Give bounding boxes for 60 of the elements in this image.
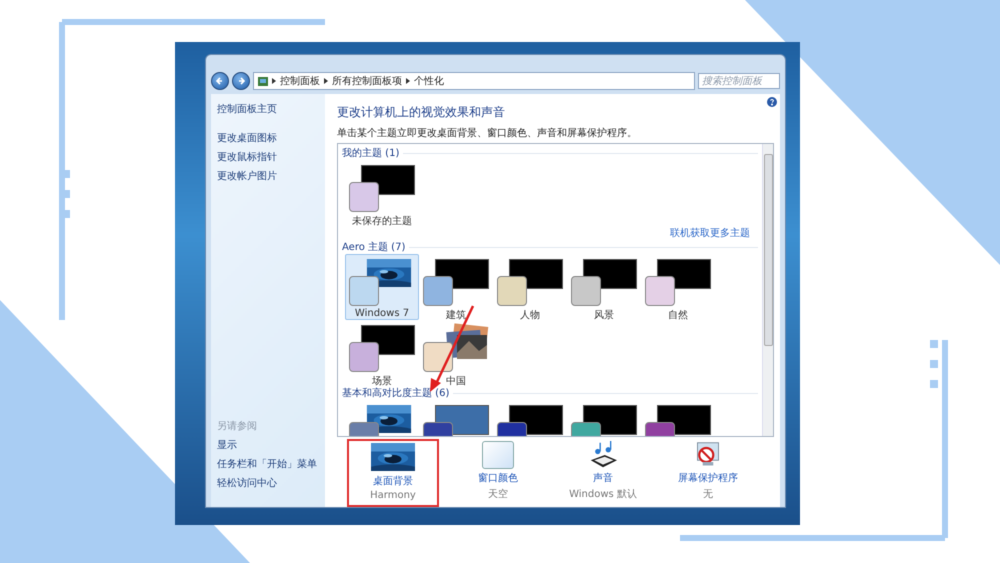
search-field[interactable]: 搜索控制面板 — [698, 73, 780, 89]
theme-name: 中国 — [446, 374, 466, 388]
setting-item[interactable]: 窗口颜色 天空 — [452, 439, 544, 507]
breadcrumb-item[interactable]: 控制面板 — [280, 74, 320, 88]
theme-tile[interactable]: 人物 — [493, 254, 567, 320]
dot-column — [62, 170, 70, 218]
theme-tile[interactable]: 场景 — [345, 320, 419, 386]
theme-name: 建筑 — [446, 308, 466, 322]
setting-item[interactable]: 桌面背景 Harmony — [347, 439, 439, 507]
setting-link[interactable]: 声音 — [593, 471, 613, 485]
sidebar-link[interactable]: 更改桌面图标 — [217, 131, 319, 145]
sidebar-link[interactable]: 轻松访问中心 — [217, 476, 319, 490]
theme-name: 自然 — [668, 309, 688, 322]
back-button[interactable] — [211, 72, 229, 90]
see-also-heading: 另请参阅 — [217, 420, 258, 433]
scrollbar[interactable] — [762, 144, 773, 436]
forward-button[interactable] — [232, 72, 250, 90]
back-arrow-icon — [216, 77, 224, 85]
sidebar-link[interactable]: 控制面板主页 — [217, 102, 319, 116]
color-swatch-icon — [482, 441, 514, 469]
setting-item[interactable]: 屏幕保护程序 无 — [662, 439, 754, 507]
theme-tile[interactable]: 建筑 — [419, 254, 493, 320]
address-bar[interactable]: 控制面板 所有控制面板项 个性化 — [253, 72, 695, 90]
sidebar-link[interactable]: 任务栏和「开始」菜单 — [217, 457, 319, 471]
help-icon — [767, 97, 777, 107]
group-title: Aero 主题 (7) — [342, 240, 406, 254]
theme-name: 未保存的主题 — [352, 214, 412, 228]
more-themes-link[interactable]: 联机获取更多主题 — [670, 226, 750, 240]
setting-link[interactable]: 桌面背景 — [373, 474, 413, 488]
setting-link[interactable]: 屏幕保护程序 — [678, 471, 738, 485]
sidebar-link[interactable]: 显示 — [217, 438, 319, 452]
setting-value: 天空 — [488, 488, 508, 501]
group-title: 基本和高对比度主题 (6) — [342, 386, 450, 400]
page-description: 单击某个主题立即更改桌面背景、窗口颜色、声音和屏幕保护程序。 — [337, 126, 638, 140]
setting-item[interactable]: 声音 Windows 默认 — [557, 439, 649, 507]
chevron-icon — [406, 78, 410, 84]
setting-value: 无 — [703, 488, 713, 501]
theme-tile[interactable]: Windows 7 — [345, 254, 419, 320]
theme-name: 风景 — [594, 308, 614, 322]
theme-tile[interactable]: 中国 — [419, 320, 493, 386]
theme-tile[interactable]: 风景 — [567, 254, 641, 320]
theme-name: 人物 — [520, 309, 540, 322]
theme-tile[interactable]: 未保存的主题 — [345, 160, 419, 226]
sidebar-link[interactable]: 更改鼠标指针 — [217, 150, 319, 164]
sidebar-link[interactable]: 更改帐户图片 — [217, 169, 319, 183]
theme-tile[interactable]: 自然 — [641, 254, 715, 320]
setting-value: Harmony — [370, 490, 416, 501]
setting-value: Windows 默认 — [569, 488, 637, 501]
breadcrumb-item[interactable]: 所有控制面板项 — [332, 74, 402, 88]
theme-name: 场景 — [372, 374, 392, 388]
control-panel-icon — [258, 76, 268, 86]
breadcrumb-item[interactable]: 个性化 — [414, 74, 444, 88]
group-title: 我的主题 (1) — [342, 146, 400, 160]
chevron-icon — [272, 78, 276, 84]
dot-column — [930, 340, 938, 388]
page-title: 更改计算机上的视觉效果和声音 — [337, 104, 506, 121]
chevron-icon — [324, 78, 328, 84]
theme-name: Windows 7 — [354, 308, 410, 319]
forward-arrow-icon — [237, 77, 245, 85]
setting-link[interactable]: 窗口颜色 — [478, 471, 518, 485]
